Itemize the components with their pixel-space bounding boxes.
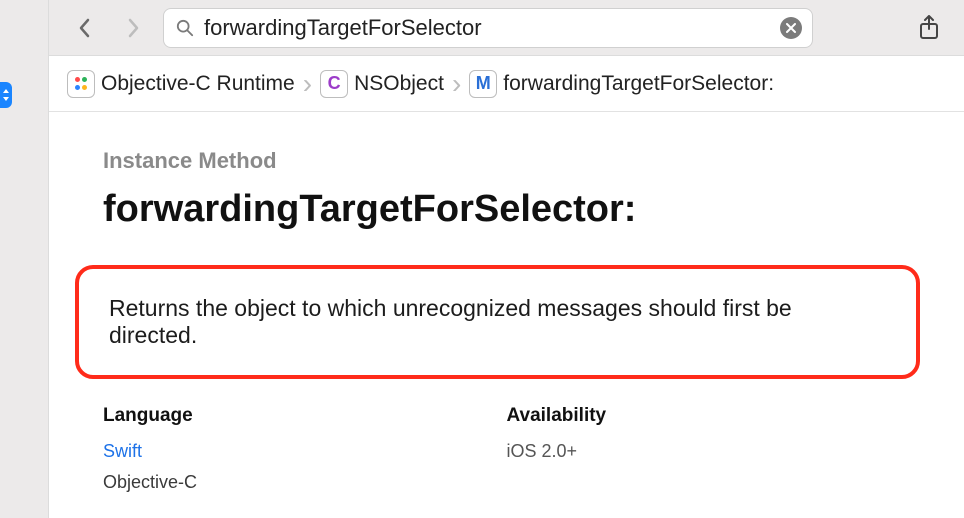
breadcrumb-separator-icon: › (450, 70, 463, 98)
page-title: forwardingTargetForSelector: (103, 188, 910, 231)
back-button[interactable] (73, 17, 95, 39)
breadcrumb-method-label: forwardingTargetForSelector: (503, 72, 774, 96)
doc-content: Instance Method forwardingTargetForSelec… (49, 112, 964, 493)
framework-icon (67, 70, 95, 98)
availability-section: Availability iOS 2.0+ (507, 405, 911, 493)
breadcrumb-method[interactable]: M forwardingTargetForSelector: (469, 70, 774, 98)
breadcrumb-class[interactable]: C NSObject (320, 70, 444, 98)
summary-highlight-box: Returns the object to which unrecognized… (75, 265, 920, 379)
search-field-wrap (163, 8, 813, 48)
doc-panel: Objective-C Runtime › C NSObject › M for… (48, 0, 964, 518)
sidebar-toggle[interactable] (0, 82, 12, 108)
language-heading: Language (103, 405, 507, 427)
breadcrumb-class-label: NSObject (354, 72, 444, 96)
breadcrumb: Objective-C Runtime › C NSObject › M for… (49, 56, 964, 112)
language-section: Language Swift Objective-C (103, 405, 507, 493)
search-input[interactable] (204, 15, 770, 41)
toolbar (49, 0, 964, 56)
clear-search-button[interactable] (780, 17, 802, 39)
breadcrumb-separator-icon: › (301, 70, 314, 98)
language-swift-link[interactable]: Swift (103, 441, 507, 462)
forward-button[interactable] (123, 17, 145, 39)
language-current: Objective-C (103, 472, 507, 493)
method-icon: M (469, 70, 497, 98)
search-icon (176, 19, 194, 37)
meta-row: Language Swift Objective-C Availability … (103, 405, 910, 493)
class-icon: C (320, 70, 348, 98)
summary-text: Returns the object to which unrecognized… (109, 295, 886, 349)
breadcrumb-framework[interactable]: Objective-C Runtime (67, 70, 295, 98)
breadcrumb-framework-label: Objective-C Runtime (101, 72, 295, 96)
availability-item: iOS 2.0+ (507, 441, 911, 462)
availability-heading: Availability (507, 405, 911, 427)
nav-arrows (73, 17, 145, 39)
symbol-kind-label: Instance Method (103, 148, 910, 174)
share-button[interactable] (918, 15, 940, 41)
